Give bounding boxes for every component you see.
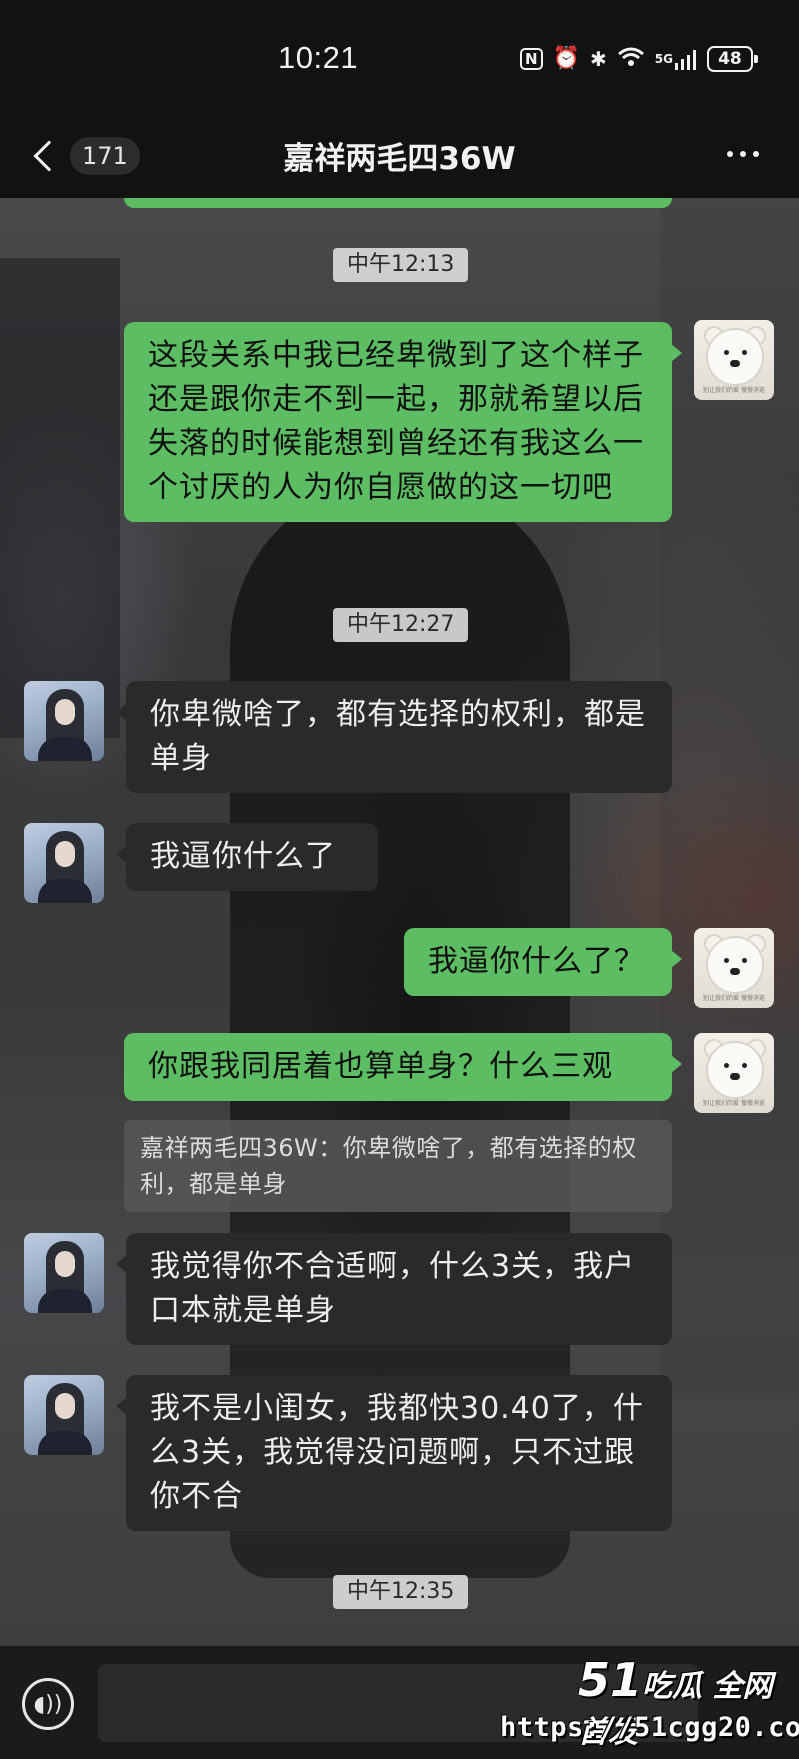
alarm-icon: ⏰ bbox=[552, 46, 580, 71]
chat-header: 171 嘉祥两毛四36W bbox=[0, 115, 799, 198]
chat-title: 嘉祥两毛四36W bbox=[283, 141, 516, 177]
quoted-message[interactable]: 嘉祥两毛四36W：你卑微啥了，都有选择的权利，都是单身 bbox=[124, 1120, 672, 1212]
more-dot-icon bbox=[727, 151, 733, 157]
network-label: 5G bbox=[654, 52, 673, 66]
contact-avatar[interactable] bbox=[24, 1233, 104, 1313]
bluetooth-icon: ✱ bbox=[589, 47, 607, 71]
timestamp: 中午12:27 bbox=[333, 608, 469, 642]
message-bubble-sent[interactable]: 你跟我同居着也算单身？什么三观 bbox=[124, 1033, 682, 1101]
wallpaper-shelf bbox=[0, 258, 120, 738]
status-time: 10:21 bbox=[278, 40, 359, 75]
timestamp: 中午12:35 bbox=[333, 1575, 469, 1609]
timestamp: 中午12:13 bbox=[333, 248, 469, 282]
more-options-button[interactable] bbox=[727, 151, 759, 157]
message-bubble-received[interactable]: 你卑微啥了，都有选择的权利，都是单身 bbox=[116, 681, 672, 793]
contact-avatar[interactable] bbox=[24, 823, 104, 903]
message-bubble-received[interactable]: 我觉得你不合适啊，什么3关，我户口本就是单身 bbox=[116, 1233, 672, 1345]
my-avatar-caption: 别让我们的爱 慢慢消逝 bbox=[703, 387, 765, 394]
previous-message-bubble-edge bbox=[124, 198, 672, 208]
message-bubble-sent[interactable]: 这段关系中我已经卑微到了这个样子还是跟你走不到一起，那就希望以后失落的时候能想到… bbox=[124, 322, 682, 522]
message-bubble-sent[interactable]: 我逼你什么了？ bbox=[404, 928, 682, 996]
watermark-logo-number: 51 bbox=[578, 1653, 643, 1707]
my-avatar[interactable]: 别让我们的爱 慢慢消逝 bbox=[694, 320, 774, 400]
nfc-icon: N bbox=[520, 48, 543, 70]
battery-indicator: 48 bbox=[706, 46, 758, 72]
my-avatar[interactable]: 别让我们的爱 慢慢消逝 bbox=[694, 1033, 774, 1113]
my-avatar-caption: 别让我们的爱 慢慢消逝 bbox=[703, 995, 765, 1002]
more-dot-icon bbox=[753, 151, 759, 157]
voice-input-button[interactable]: ◖)) bbox=[22, 1678, 74, 1730]
more-dot-icon bbox=[740, 151, 746, 157]
voice-icon: ◖)) bbox=[33, 1691, 63, 1717]
status-icons: N ⏰ ✱ 5G 48 bbox=[520, 44, 758, 74]
message-bubble-received[interactable]: 我逼你什么了 bbox=[116, 823, 378, 891]
my-avatar[interactable]: 别让我们的爱 慢慢消逝 bbox=[694, 928, 774, 1008]
status-bar: 10:21 N ⏰ ✱ 5G 48 bbox=[0, 0, 799, 115]
watermark-url: https://51cgg20.com bbox=[500, 1712, 799, 1743]
contact-avatar[interactable] bbox=[24, 1375, 104, 1455]
my-avatar-caption: 别让我们的爱 慢慢消逝 bbox=[703, 1100, 765, 1107]
contact-avatar[interactable] bbox=[24, 681, 104, 761]
signal-5g-icon: 5G bbox=[655, 48, 697, 70]
wifi-icon bbox=[617, 46, 645, 73]
message-bubble-received[interactable]: 我不是小闺女，我都快30.40了，什么3关，我觉得没问题啊，只不过跟你不合 bbox=[116, 1375, 672, 1531]
